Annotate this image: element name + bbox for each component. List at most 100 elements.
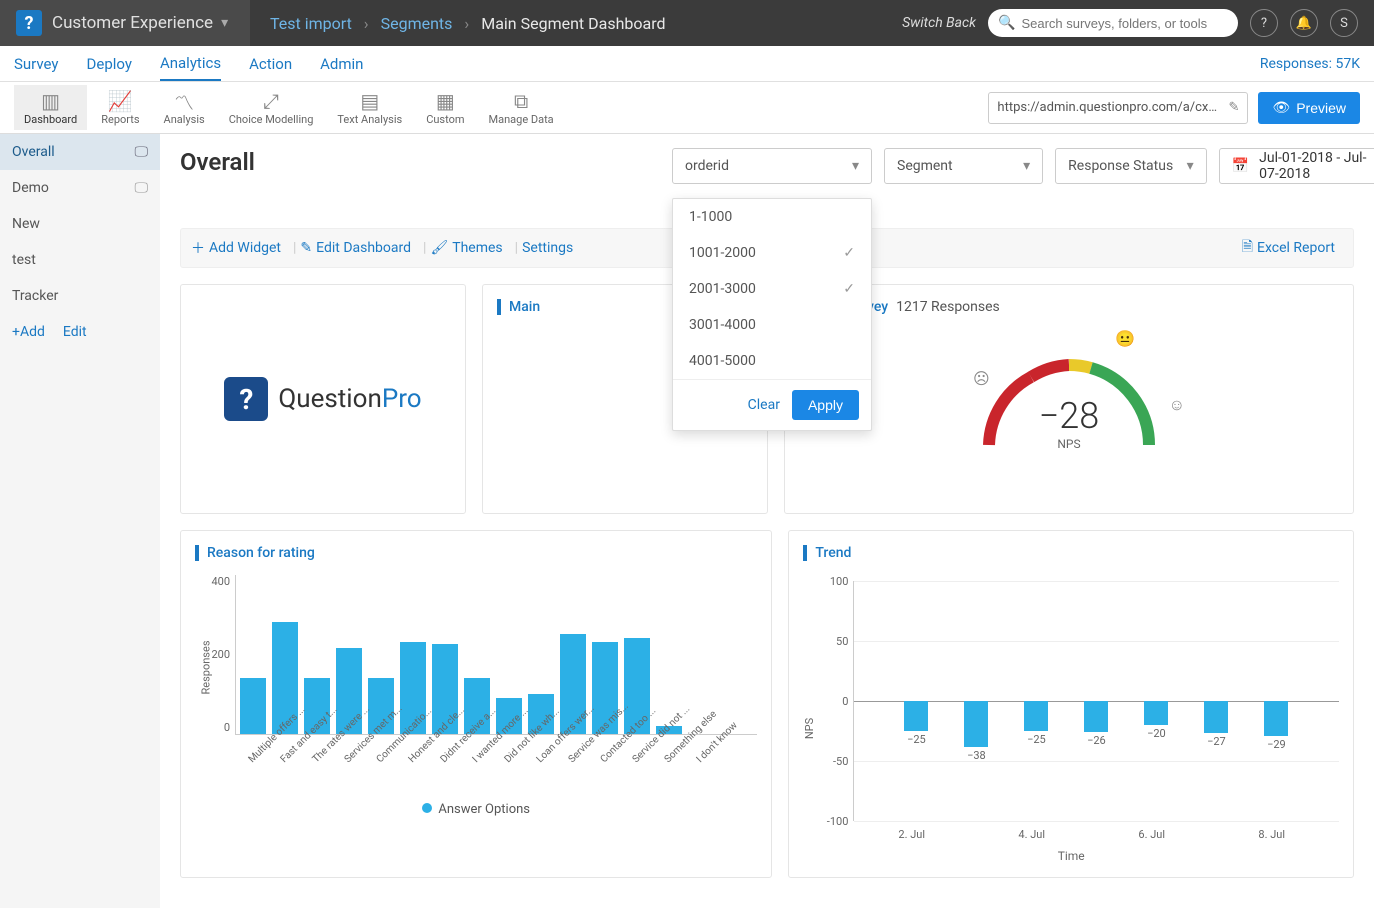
tool-analysis[interactable]: 〽Analysis [154,85,215,130]
dropdown-apply-button[interactable]: Apply [792,390,859,420]
sidebar-item-demo[interactable]: Demo🖵 [0,170,160,206]
themes-button[interactable]: 🖌Themes [430,240,502,256]
breadcrumb-current: Main Segment Dashboard [481,14,665,33]
bar-category-label: Something else [663,739,689,765]
text-icon: ▤ [360,89,379,113]
tab-survey[interactable]: Survey [14,48,59,80]
edit-dashboard-button[interactable]: ✎Edit Dashboard [300,240,411,256]
trend-bar-chart: 100500-50-100−25−38−25−26−20−27−292. Jul… [853,581,1339,821]
breadcrumb-test-import[interactable]: Test import [270,14,352,33]
nps-gauge: ☹ 😐 ☺ [969,335,1169,465]
bell-icon[interactable]: 🔔 [1290,9,1318,37]
trend-y-tick: 0 [812,695,848,708]
add-widget-button[interactable]: ＋Add Widget [191,238,281,258]
widget-logo: ? QuestionPro [180,284,466,514]
dashboard-icon: ▥ [41,89,60,113]
analysis-icon: 〽 [174,89,194,113]
breadcrumb-segments[interactable]: Segments [381,14,453,33]
settings-button[interactable]: Settings [522,240,573,256]
eye-icon: 👁 [1272,99,1290,116]
pencil-icon[interactable]: ✎ [1229,100,1240,115]
search-input-wrapper[interactable]: 🔍 [988,9,1238,37]
widget-trend: Trend NPS 100500-50-100−25−38−25−26−20−2… [788,530,1354,878]
trend-value-label: −25 [901,733,931,746]
dropdown-option[interactable]: 3001-4000 [673,307,871,343]
brand-menu[interactable]: ? Customer Experience ▾ [0,0,250,46]
tool-manage-data[interactable]: ⧉Manage Data [479,85,564,130]
switch-back-link[interactable]: Switch Back [902,15,976,31]
tool-text-analysis[interactable]: ▤Text Analysis [327,85,412,130]
filter-segment-select[interactable]: Segment ▾ [884,148,1043,184]
filter-orderid-select[interactable]: orderid ▾ [672,148,872,184]
dropdown-option[interactable]: 1-1000 [673,199,871,235]
trend-x-tick: 8. Jul [1258,828,1285,841]
trend-bar [1024,701,1048,731]
filter-response-status-select[interactable]: Response Status ▾ [1055,148,1207,184]
trend-bar [904,701,928,731]
pencil-icon: ✎ [300,240,312,256]
bar-category-label: Services met m... [343,739,369,765]
brand-title: Customer Experience [52,13,213,33]
chevron-right-icon: › [464,14,469,33]
trend-x-tick: 4. Jul [1018,828,1045,841]
trend-bar [1144,701,1168,725]
neutral-face-icon: 😐 [1115,329,1135,348]
export-icon: 🗎 [1242,236,1253,260]
tool-dashboard[interactable]: ▥Dashboard [14,85,87,130]
questionpro-logo: ? QuestionPro [224,377,421,421]
trend-value-label: −26 [1081,734,1111,747]
trend-x-tick: 2. Jul [898,828,925,841]
bar-category-label: I don't know [695,739,721,765]
trend-x-axis-label: Time [803,849,1339,863]
check-icon: ✓ [843,281,855,297]
sidebar-item-overall[interactable]: Overall🖵 [0,134,160,170]
tab-analytics[interactable]: Analytics [160,47,221,81]
bar-category-label: Didnt receive a... [439,739,465,765]
tool-choice-modelling[interactable]: ⤢Choice Modelling [219,85,324,130]
dropdown-option[interactable]: 4001-5000 [673,343,871,379]
reason-legend: Answer Options [195,802,757,817]
chevron-right-icon: › [364,14,369,33]
excel-report-button[interactable]: 🗎Excel Report [1242,236,1335,260]
dropdown-clear-button[interactable]: Clear [748,397,780,413]
search-input[interactable] [1021,16,1228,31]
sidebar-edit-link[interactable]: Edit [63,324,87,340]
bar-category-label: Communicatio... [375,739,401,765]
reports-icon: 📈 [108,89,133,113]
caret-down-icon: ▾ [221,15,228,31]
sidebar-item-test[interactable]: test [0,242,160,278]
trend-y-tick: -50 [812,755,848,768]
tab-admin[interactable]: Admin [320,48,363,80]
bar-category-label: Loan offers wer... [535,739,561,765]
trend-value-label: −29 [1261,738,1291,751]
tab-deploy[interactable]: Deploy [87,48,132,80]
trend-y-tick: 50 [812,635,848,648]
tool-reports[interactable]: 📈Reports [91,85,149,130]
dropdown-option[interactable]: 1001-2000✓ [673,235,871,271]
choice-icon: ⤢ [263,89,279,113]
sidebar-add-link[interactable]: +Add [12,324,45,340]
share-url-field[interactable]: https://admin.questionpro.com/a/cxLogin.… [988,92,1248,124]
sidebar-item-tracker[interactable]: Tracker [0,278,160,314]
trend-x-tick: 6. Jul [1138,828,1165,841]
trend-y-tick: -100 [812,815,848,828]
smile-icon: ☺ [1169,395,1185,415]
sidebar-item-new[interactable]: New [0,206,160,242]
bar-category-label: The rates were ... [311,739,337,765]
dropdown-option[interactable]: 2001-3000✓ [673,271,871,307]
tool-custom[interactable]: ▦Custom [416,85,474,130]
bar-category-label: Service was mis... [567,739,593,765]
share-url-text: https://admin.questionpro.com/a/cxLogin. [997,100,1217,115]
trend-bar [1084,701,1108,732]
monitor-icon: 🖵 [135,180,149,196]
bar-category-label: Fast and easy t... [279,739,305,765]
filter-date-range[interactable]: 📅 Jul-01-2018 - Jul-07-2018 ▾ [1219,148,1374,184]
help-icon[interactable]: ? [1250,9,1278,37]
trend-y-axis-label: NPS [804,718,817,739]
trend-y-tick: 100 [812,575,848,588]
trend-bar [1204,701,1228,733]
tab-action[interactable]: Action [249,48,292,80]
preview-button[interactable]: 👁 Preview [1258,92,1360,124]
responses-count[interactable]: Responses: 57K [1260,56,1360,72]
avatar[interactable]: S [1330,9,1358,37]
